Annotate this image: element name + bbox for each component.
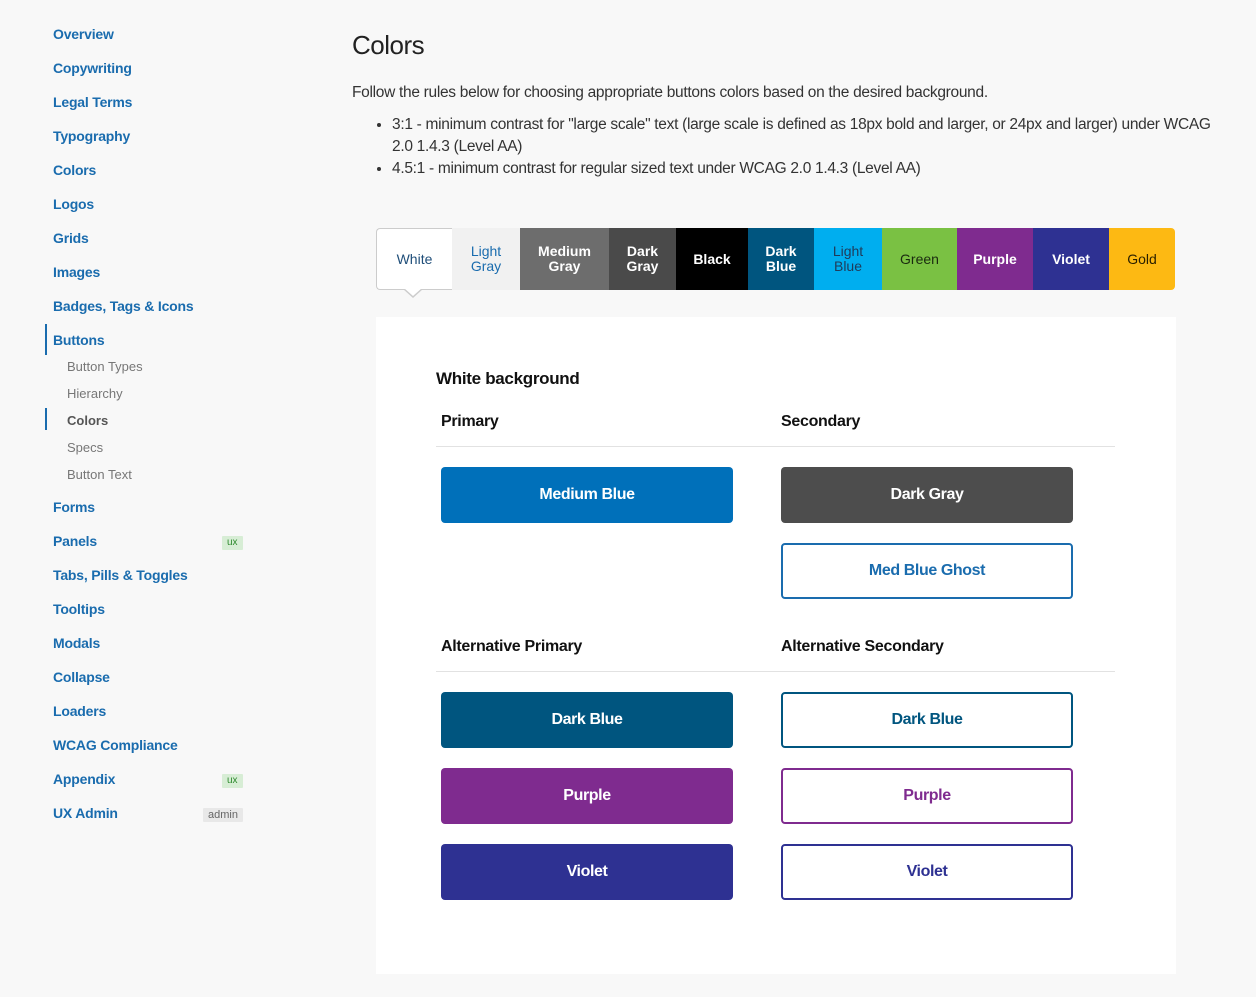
sidebar-subitem-button-types[interactable]: Button Types xyxy=(67,359,143,374)
ux-badge: ux xyxy=(222,774,243,788)
color-tab-label: White xyxy=(396,250,433,267)
page-title: Colors xyxy=(352,30,425,60)
section-divider xyxy=(436,446,1115,447)
sidebar-item-grids[interactable]: Grids xyxy=(53,230,89,246)
button-label: Dark Blue xyxy=(551,711,623,728)
color-tab-medium-gray[interactable]: Medium Gray xyxy=(520,228,609,290)
color-tab-label: Purple xyxy=(973,250,1017,267)
sidebar-item-collapse[interactable]: Collapse xyxy=(53,669,110,685)
sidebar-subitem-button-text[interactable]: Button Text xyxy=(67,467,132,482)
sidebar-item-tabs-pills-toggles[interactable]: Tabs, Pills & Toggles xyxy=(53,567,188,583)
sidebar-item-buttons[interactable]: Buttons xyxy=(53,332,105,348)
sidebar-item-loaders[interactable]: Loaders xyxy=(53,703,106,719)
selected-tab-pointer xyxy=(403,288,423,298)
color-tab-label: Black xyxy=(693,250,731,267)
background-color-tabs: White Light Gray Medium Gray Dark Gray Black… xyxy=(376,228,1175,298)
contrast-rule: 3:1 - minimum contrast for "large scale"… xyxy=(392,114,1212,158)
contrast-rule: 4.5:1 - minimum contrast for regular siz… xyxy=(392,158,1212,180)
color-tab-label: Light Gray xyxy=(470,243,502,274)
button-label: Purple xyxy=(903,787,951,804)
color-tab-dark-gray[interactable]: Dark Gray xyxy=(609,228,676,290)
column-heading-primary: Primary xyxy=(441,413,499,430)
sidebar-item-typography[interactable]: Typography xyxy=(53,128,130,144)
color-tab-label: Light Blue xyxy=(832,243,864,274)
color-tab-white[interactable]: White xyxy=(376,228,452,298)
color-tab-light-gray[interactable]: Light Gray xyxy=(452,228,520,290)
sidebar-item-images[interactable]: Images xyxy=(53,264,100,280)
sample-button-dark-blue-ghost[interactable]: Dark Blue xyxy=(781,692,1073,748)
sidebar-item-ux-admin[interactable]: UX Admin xyxy=(53,805,118,821)
section-divider xyxy=(436,671,1115,672)
sample-button-dark-gray[interactable]: Dark Gray xyxy=(781,467,1073,523)
color-tab-purple[interactable]: Purple xyxy=(957,228,1033,290)
sidebar-item-wcag-compliance[interactable]: WCAG Compliance xyxy=(53,737,178,753)
sidebar-item-legal-terms[interactable]: Legal Terms xyxy=(53,94,132,110)
color-tab-violet[interactable]: Violet xyxy=(1033,228,1109,290)
sample-button-medium-blue[interactable]: Medium Blue xyxy=(441,467,733,523)
ux-badge: ux xyxy=(222,536,243,550)
sidebar-item-tooltips[interactable]: Tooltips xyxy=(53,601,105,617)
sidebar-item-panels[interactable]: Panels xyxy=(53,533,97,549)
active-subitem-indicator xyxy=(45,408,47,430)
color-tab-dark-blue[interactable]: Dark Blue xyxy=(748,228,814,290)
button-label: Violet xyxy=(566,863,608,880)
column-heading-primary: Alternative Primary xyxy=(441,638,583,655)
color-tab-light-blue[interactable]: Light Blue xyxy=(814,228,882,290)
sample-button-purple[interactable]: Purple xyxy=(441,768,733,824)
sidebar-subitem-colors[interactable]: Colors xyxy=(67,413,108,428)
sidebar-item-copywriting[interactable]: Copywriting xyxy=(53,60,132,76)
button-label: Purple xyxy=(563,787,611,804)
color-tab-label: Medium Gray xyxy=(538,243,591,274)
sample-button-violet[interactable]: Violet xyxy=(441,844,733,900)
sidebar-item-badges-tags-icons[interactable]: Badges, Tags & Icons xyxy=(53,298,194,314)
sidebar-subitem-hierarchy[interactable]: Hierarchy xyxy=(67,386,123,401)
admin-badge: admin xyxy=(203,808,243,822)
sidebar-item-appendix[interactable]: Appendix xyxy=(53,771,115,787)
color-tab-label: Violet xyxy=(1052,250,1090,267)
button-label: Med Blue Ghost xyxy=(868,562,986,579)
color-tab-gold[interactable]: Gold xyxy=(1109,228,1175,290)
color-tab-black[interactable]: Black xyxy=(676,228,748,290)
intro-text: Follow the rules below for choosing appr… xyxy=(352,84,988,101)
sidebar-item-forms[interactable]: Forms xyxy=(53,499,95,515)
sidebar-item-modals[interactable]: Modals xyxy=(53,635,100,651)
color-tab-label: Green xyxy=(900,250,939,267)
panel-title: White background xyxy=(436,369,580,388)
button-label: Medium Blue xyxy=(539,486,635,503)
sample-button-med-blue-ghost-ghost[interactable]: Med Blue Ghost xyxy=(781,543,1073,599)
sidebar-item-logos[interactable]: Logos xyxy=(53,196,94,212)
sidebar-item-overview[interactable]: Overview xyxy=(53,26,114,42)
sidebar-item-colors[interactable]: Colors xyxy=(53,162,96,178)
button-label: Dark Gray xyxy=(890,486,964,503)
color-tab-label: Dark Blue xyxy=(765,243,797,274)
column-heading-secondary: Secondary xyxy=(781,413,861,430)
sample-button-dark-blue[interactable]: Dark Blue xyxy=(441,692,733,748)
sample-button-violet-ghost[interactable]: Violet xyxy=(781,844,1073,900)
button-label: Violet xyxy=(906,863,948,880)
color-tab-label: Gold xyxy=(1127,250,1157,267)
contrast-rules-list: 3:1 - minimum contrast for "large scale"… xyxy=(352,114,1212,180)
button-colors-panel: White background Primary Secondary Medium … xyxy=(376,317,1176,974)
sample-button-purple-ghost[interactable]: Purple xyxy=(781,768,1073,824)
button-label: Dark Blue xyxy=(891,711,963,728)
color-tab-green[interactable]: Green xyxy=(882,228,957,290)
color-tab-label: Dark Gray xyxy=(626,243,659,274)
column-heading-secondary: Alternative Secondary xyxy=(781,638,944,655)
active-section-indicator xyxy=(45,324,47,355)
sidebar-subitem-specs[interactable]: Specs xyxy=(67,440,103,455)
